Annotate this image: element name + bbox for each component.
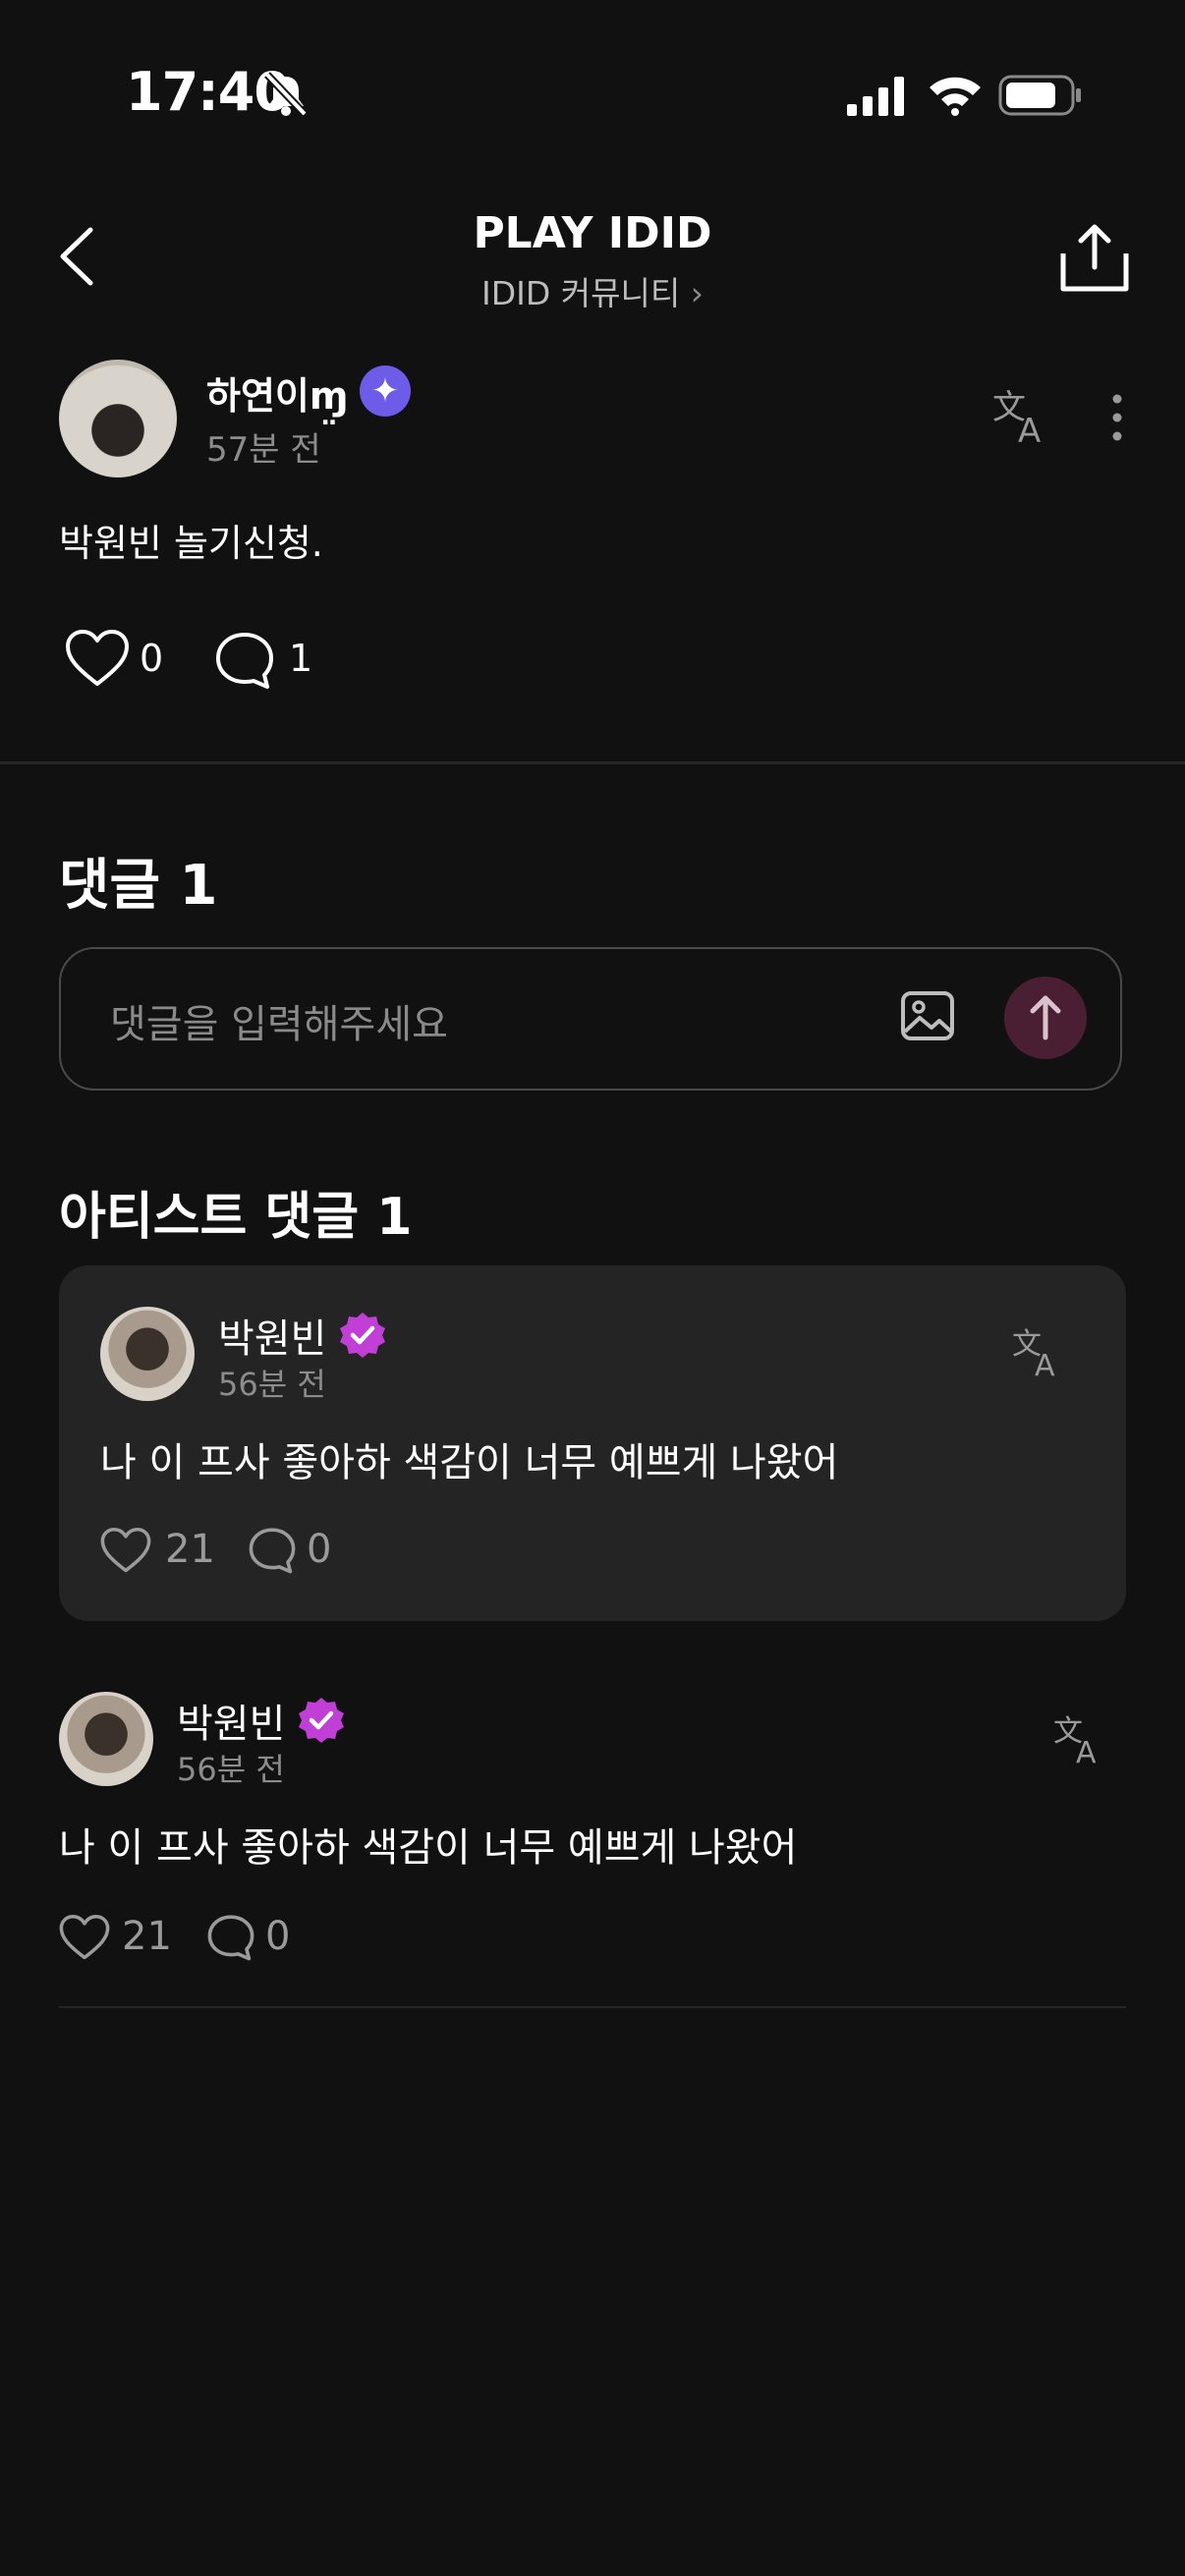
artist-comment-avatar[interactable] [100,1307,195,1401]
heart-icon[interactable] [100,1527,151,1574]
signal-icon [847,77,904,116]
verified-badge-icon [340,1313,385,1358]
svg-text:A: A [1076,1736,1097,1764]
arrow-up-icon [1030,995,1061,1040]
image-icon[interactable] [900,990,955,1041]
comment-icon[interactable] [248,1527,297,1574]
community-link[interactable]: IDID 커뮤니티 › [0,267,1185,314]
verified-badge-icon [299,1698,344,1743]
post-author-avatar[interactable] [59,360,177,477]
heart-icon[interactable] [59,1914,110,1961]
svg-text:A: A [1035,1349,1055,1377]
community-link-label: IDID 커뮤니티 [481,274,681,312]
comment-text: 나 이 프사 좋아하 색감이 너무 예쁘게 나왔어 [59,1825,798,1871]
post-time: 57분 전 [206,430,321,470]
artist-comments-heading: 아티스트 댓글 1 [59,1188,413,1247]
translate-icon[interactable]: 文 A [1053,1715,1104,1764]
post-author-name[interactable]: 하연이ɱ̤ [206,365,348,420]
translate-icon[interactable]: 文 A [992,389,1049,444]
battery-icon [998,75,1081,116]
more-vertical-icon[interactable] [1104,393,1130,442]
artist-comment-time: 56분 전 [218,1366,326,1403]
comment-icon[interactable] [214,631,275,690]
sparkle-badge-icon: ✦ [360,365,411,417]
comment-author[interactable]: 박원빈 [177,1692,285,1749]
artist-comment-reply-count: 0 [307,1527,332,1572]
wifi-icon [930,77,981,116]
post-like-count: 0 [140,637,164,680]
translate-icon[interactable]: 文 A [1012,1328,1063,1377]
comment-input-placeholder[interactable]: 댓글을 입력해주세요 [110,992,448,1049]
send-button[interactable] [1004,977,1087,1059]
svg-text:A: A [1018,412,1041,444]
comment-like-count: 21 [122,1914,172,1959]
post-comment-count: 1 [289,637,313,680]
page-title: PLAY IDID [473,208,712,258]
chevron-right-icon: › [690,274,704,312]
section-divider [0,761,1185,764]
comment-time: 56분 전 [177,1751,285,1788]
artist-comment-text: 나 이 프사 좋아하 색감이 너무 예쁘게 나왔어 [100,1440,839,1485]
comment-avatar[interactable] [59,1692,153,1786]
comments-heading: 댓글 1 [59,854,218,918]
comment-divider [59,2006,1126,2008]
comment-reply-count: 0 [265,1914,291,1959]
artist-comment-author[interactable]: 박원빈 [218,1307,326,1364]
heart-icon[interactable] [65,629,130,688]
artist-comment-like-count: 21 [165,1527,215,1572]
muted-bell-icon [264,72,308,117]
share-button[interactable] [1059,222,1130,293]
post-body: 박원빈 놀기신청. [59,522,323,565]
comment-icon[interactable] [206,1914,255,1961]
